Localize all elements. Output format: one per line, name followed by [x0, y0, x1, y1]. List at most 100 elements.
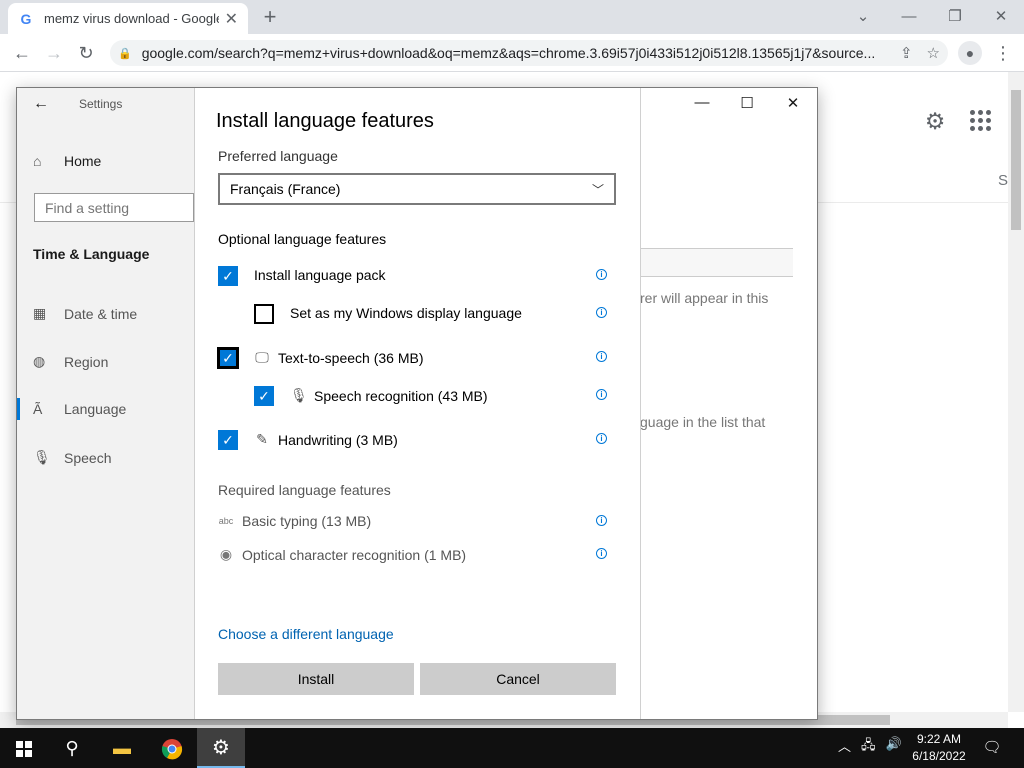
sidebar-item-region[interactable]: ◍ Region	[33, 353, 108, 370]
text-to-speech-row: 🖵 Text-to-speech (36 MB)	[254, 349, 424, 366]
info-icon[interactable]: i	[596, 389, 607, 400]
globe-icon: ◍	[33, 353, 46, 369]
basic-typing-label: Basic typing (13 MB)	[242, 513, 372, 529]
new-tab-button[interactable]: +	[258, 5, 282, 29]
language-icon: A͂	[33, 401, 43, 417]
sidebar-item-label: Speech	[64, 449, 112, 466]
sidebar-item-date-time[interactable]: ▦ Date & time	[33, 305, 137, 322]
section-heading: Time & Language	[33, 246, 150, 262]
search-icon[interactable]: ⚲	[48, 728, 96, 768]
tab-search-icon[interactable]: ⌄	[840, 4, 886, 30]
language-search-box[interactable]	[640, 248, 793, 277]
install-language-pack-label: Install language pack	[254, 267, 386, 283]
content-text: guage in the list that	[640, 414, 766, 430]
cancel-button[interactable]: Cancel	[420, 663, 616, 695]
vertical-scroll-thumb[interactable]	[1011, 90, 1021, 230]
bookmark-star-icon[interactable]: ☆	[927, 44, 940, 62]
text-to-speech-label: Text-to-speech (36 MB)	[278, 349, 424, 366]
maximize-button[interactable]: ☐	[727, 94, 767, 114]
settings-content	[640, 88, 817, 719]
camera-icon: ◉	[219, 546, 233, 562]
required-features-label: Required language features	[218, 482, 391, 498]
chevron-down-icon: ﹀	[591, 182, 604, 197]
sidebar-item-label: Region	[64, 353, 109, 370]
optional-features-label: Optional language features	[218, 231, 387, 247]
ocr-row: ◉ Optical character recognition (1 MB)	[218, 546, 466, 563]
speech-recognition-row: 🎙 Speech recognition (43 MB)	[290, 387, 488, 404]
ocr-label: Optical character recognition (1 MB)	[242, 546, 467, 563]
clock-date: 6/18/2022	[912, 749, 966, 763]
speech-recognition-label: Speech recognition (43 MB)	[314, 387, 488, 404]
install-button[interactable]: Install	[218, 663, 414, 695]
close-browser-button[interactable]: ✕	[978, 4, 1024, 30]
calendar-icon: ▦	[33, 305, 47, 321]
sidebar-item-home[interactable]: ⌂ Home	[33, 153, 101, 169]
settings-title: Settings	[79, 97, 123, 111]
notification-icon[interactable]: 🗨	[982, 738, 1002, 758]
handwriting-label: Handwriting (3 MB)	[278, 431, 398, 448]
find-setting-input[interactable]: Find a setting	[34, 193, 194, 222]
choose-different-language-link[interactable]: Choose a different language	[218, 626, 394, 642]
reload-icon[interactable]: ↻	[73, 41, 99, 65]
apps-grid-icon[interactable]	[970, 110, 992, 132]
text-to-speech-checkbox[interactable]: ✓	[217, 347, 239, 369]
share-icon[interactable]: ⇪	[900, 44, 913, 62]
gear-icon[interactable]: ⚙	[922, 108, 948, 134]
speech-monitor-icon: 🖵	[255, 349, 269, 365]
restore-browser-button[interactable]: ❐	[932, 4, 978, 30]
google-tab-letter: S	[998, 172, 1009, 189]
microphone-icon: 🎙	[33, 449, 51, 465]
info-icon[interactable]: i	[596, 307, 607, 318]
kebab-menu-icon[interactable]: ⋮	[994, 41, 1012, 65]
info-icon[interactable]: i	[596, 269, 607, 280]
volume-icon[interactable]: 🔊	[886, 736, 902, 758]
handwriting-row: ✎ Handwriting (3 MB)	[254, 431, 398, 448]
pen-icon: ✎	[256, 431, 268, 447]
chevron-up-icon[interactable]: ︿	[838, 736, 851, 758]
selected-indicator	[17, 398, 20, 420]
minimize-button[interactable]: —	[682, 94, 722, 114]
microphone-icon: 🎙	[290, 387, 308, 403]
info-icon[interactable]: i	[596, 351, 607, 362]
sidebar-item-label: Date & time	[64, 305, 138, 322]
home-icon: ⌂	[33, 153, 42, 169]
preferred-language-dropdown[interactable]: Français (France) ﹀	[218, 173, 616, 205]
info-icon[interactable]: i	[596, 515, 607, 526]
network-icon[interactable]: 🖧	[861, 736, 876, 758]
profile-avatar-icon[interactable]: ●	[958, 41, 982, 65]
preferred-language-label: Preferred language	[218, 148, 338, 164]
close-tab-icon[interactable]: ✕	[225, 9, 238, 29]
handwriting-checkbox[interactable]: ✓	[218, 430, 238, 450]
forward-icon[interactable]: →	[41, 41, 67, 65]
clock-time: 9:22 AM	[916, 732, 962, 746]
install-language-pack-checkbox[interactable]: ✓	[218, 266, 238, 286]
chrome-icon[interactable]	[148, 728, 196, 768]
address-bar[interactable]: 🔒 google.com/search?q=memz+virus+downloa…	[110, 40, 948, 66]
system-tray: ︿ 🖧 🔊	[838, 736, 902, 758]
display-language-label: Set as my Windows display language	[290, 305, 522, 321]
sidebar-item-speech[interactable]: 🎙 Speech	[33, 449, 111, 466]
info-icon[interactable]: i	[596, 433, 607, 444]
lock-icon: 🔒	[118, 47, 132, 60]
display-language-checkbox[interactable]	[254, 304, 274, 324]
settings-taskbar-button[interactable]: ⚙	[197, 728, 245, 768]
gear-icon: ⚙	[212, 737, 230, 759]
back-icon[interactable]: ←	[9, 41, 35, 65]
info-icon[interactable]: i	[596, 548, 607, 559]
abc-icon: abc	[218, 516, 234, 526]
basic-typing-row: abc Basic typing (13 MB)	[218, 513, 371, 529]
minimize-browser-button[interactable]: —	[886, 4, 932, 30]
sidebar-item-label: Home	[64, 153, 102, 169]
url-text: google.com/search?q=memz+virus+download&…	[141, 45, 876, 61]
speech-recognition-checkbox[interactable]: ✓	[254, 386, 274, 406]
settings-back-icon[interactable]: ←	[33, 95, 49, 113]
windows-start-icon[interactable]	[0, 728, 48, 768]
sidebar-item-language[interactable]: A͂ Language	[33, 401, 126, 417]
content-text: rer will appear in this	[640, 290, 769, 306]
dropdown-value: Français (France)	[230, 181, 341, 197]
file-explorer-icon[interactable]: ▬	[98, 728, 146, 768]
taskbar-clock[interactable]: 9:22 AM 6/18/2022	[906, 731, 972, 765]
browser-tab[interactable]: G memz virus download - Google S ✕	[8, 3, 248, 34]
sidebar-item-label: Language	[64, 401, 127, 417]
close-button[interactable]: ✕	[773, 94, 813, 114]
